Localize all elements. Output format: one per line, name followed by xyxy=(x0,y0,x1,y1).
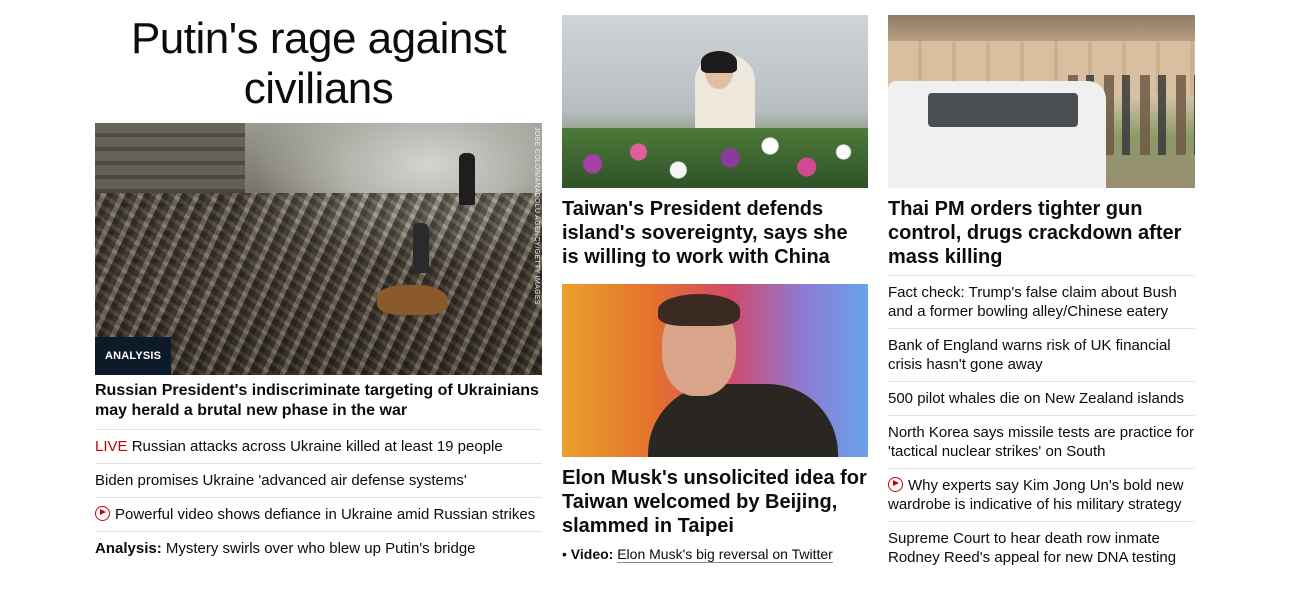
image-credit: JOSE COLON/ANADOLU AGENCY/GETTY IMAGES xyxy=(533,127,540,305)
musk-hair xyxy=(658,294,740,326)
list-item[interactable]: Why experts say Kim Jong Un's bold new w… xyxy=(888,468,1195,521)
rescue-worker xyxy=(459,153,475,205)
middle-column: Taiwan's President defends island's sove… xyxy=(562,15,868,563)
list-item[interactable]: Fact check: Trump's false claim about Bu… xyxy=(888,275,1195,328)
related-links: LIVE Russian attacks across Ukraine kill… xyxy=(95,430,542,565)
video-label: Video: xyxy=(570,546,614,562)
musk-story-headline[interactable]: Elon Musk's unsolicited idea for Taiwan … xyxy=(562,466,868,538)
link-text[interactable]: Supreme Court to hear death row inmate R… xyxy=(888,530,1176,566)
link-text[interactable]: Why experts say Kim Jong Un's bold new w… xyxy=(888,477,1183,513)
link-text[interactable]: North Korea says missile tests are pract… xyxy=(888,424,1194,460)
play-icon xyxy=(95,506,110,521)
bullet: • xyxy=(562,546,567,562)
lead-story-column: Putin's rage against civilians JOSE COLO… xyxy=(95,14,542,565)
lead-image[interactable]: JOSE COLON/ANADOLU AGENCY/GETTY IMAGES A… xyxy=(95,123,542,375)
analysis-prefix: Analysis: xyxy=(95,540,162,557)
link-text[interactable]: Russian attacks across Ukraine killed at… xyxy=(128,438,503,455)
lead-headline[interactable]: Putin's rage against civilians xyxy=(95,14,542,123)
truck-window xyxy=(928,93,1078,127)
building-roof xyxy=(888,15,1195,41)
musk-story-image[interactable] xyxy=(562,284,868,457)
list-item[interactable]: Bank of England warns risk of UK financi… xyxy=(888,328,1195,381)
video-link[interactable]: Elon Musk's big reversal on Twitter xyxy=(617,546,833,563)
link-text[interactable]: Biden promises Ukraine 'advanced air def… xyxy=(95,472,467,489)
link-text[interactable]: Bank of England warns risk of UK financi… xyxy=(888,337,1171,373)
thai-story-image[interactable] xyxy=(888,15,1195,188)
search-dog xyxy=(377,285,447,315)
headline-list: Fact check: Trump's false claim about Bu… xyxy=(888,275,1195,574)
link-text[interactable]: Mystery swirls over who blew up Putin's … xyxy=(162,540,476,557)
list-item[interactable]: Analysis: Mystery swirls over who blew u… xyxy=(95,532,542,565)
list-item[interactable]: 500 pilot whales die on New Zealand isla… xyxy=(888,381,1195,415)
link-text[interactable]: Fact check: Trump's false claim about Bu… xyxy=(888,284,1177,320)
list-item[interactable]: Biden promises Ukraine 'advanced air def… xyxy=(95,464,542,498)
taiwan-story-image[interactable] xyxy=(562,15,868,188)
video-link-row: • Video: Elon Musk's big reversal on Twi… xyxy=(562,546,868,563)
list-item[interactable]: Powerful video shows defiance in Ukraine… xyxy=(95,498,542,532)
flower-arrangement xyxy=(562,128,868,188)
analysis-tag: ANALYSIS xyxy=(95,337,172,375)
musk-jacket xyxy=(648,384,838,457)
thai-story-headline[interactable]: Thai PM orders tighter gun control, drug… xyxy=(888,197,1195,269)
live-label: LIVE xyxy=(95,438,128,455)
taiwan-story-headline[interactable]: Taiwan's President defends island's sove… xyxy=(562,197,868,269)
president-hair xyxy=(701,51,737,73)
right-column: Thai PM orders tighter gun control, drug… xyxy=(888,15,1195,574)
list-item[interactable]: Supreme Court to hear death row inmate R… xyxy=(888,521,1195,574)
rescue-worker xyxy=(413,223,429,273)
list-item[interactable]: North Korea says missile tests are pract… xyxy=(888,415,1195,468)
list-item[interactable]: LIVE Russian attacks across Ukraine kill… xyxy=(95,430,542,464)
lead-subheadline[interactable]: Russian President's indiscriminate targe… xyxy=(95,381,542,430)
play-icon xyxy=(888,477,903,492)
link-text[interactable]: 500 pilot whales die on New Zealand isla… xyxy=(888,390,1184,407)
link-text[interactable]: Powerful video shows defiance in Ukraine… xyxy=(115,506,535,523)
